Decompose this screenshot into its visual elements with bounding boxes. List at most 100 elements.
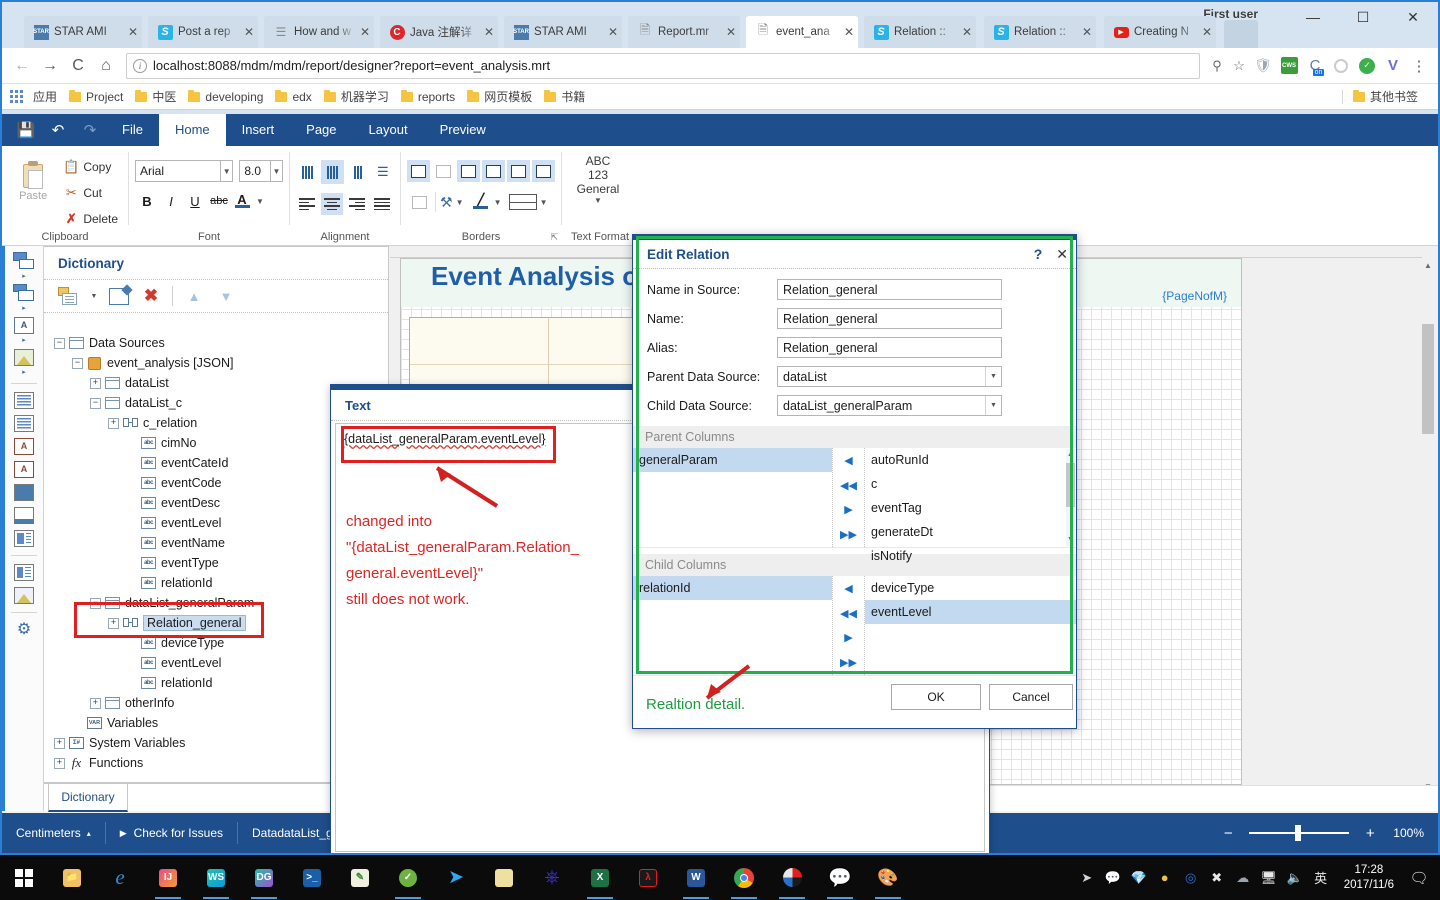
list-item[interactable]: generateDt bbox=[865, 520, 1076, 544]
tool-header-band[interactable] bbox=[7, 412, 41, 434]
name-in-source-input[interactable]: Relation_general bbox=[777, 279, 1002, 300]
units-selector[interactable]: Centimeters ▴ bbox=[2, 820, 105, 846]
close-button[interactable]: ✕ bbox=[1388, 2, 1438, 32]
security-tray-icon[interactable]: ✖ bbox=[1204, 855, 1230, 900]
tree-expander[interactable]: + bbox=[54, 757, 65, 769]
chrome-web-store-icon[interactable]: CWS bbox=[1276, 53, 1302, 79]
tree-expander[interactable]: + bbox=[90, 377, 101, 389]
file-explorer-icon[interactable]: 📁 bbox=[48, 855, 96, 900]
page-number-field[interactable]: {PageNofM} bbox=[1162, 289, 1227, 303]
list-item[interactable]: generalParam bbox=[633, 448, 832, 472]
browser-tab-report-mrt[interactable]: 🗎 Report.mr ✕ bbox=[628, 16, 740, 48]
chevron-down-icon[interactable]: ▼ bbox=[452, 191, 467, 213]
zoom-slider[interactable] bbox=[1249, 825, 1350, 841]
tool-options[interactable]: ⚙ bbox=[7, 618, 41, 640]
internet-explorer-icon[interactable]: e bbox=[96, 855, 144, 900]
tool-data-band[interactable] bbox=[7, 389, 41, 411]
new-item-icon[interactable] bbox=[56, 284, 82, 308]
forward-icon[interactable]: → bbox=[36, 52, 64, 80]
child-selected-list[interactable]: relationId bbox=[633, 576, 833, 675]
tree-expander[interactable]: − bbox=[54, 337, 65, 349]
opera-tray-icon[interactable]: ◎ bbox=[1178, 855, 1204, 900]
slider-knob[interactable] bbox=[1295, 825, 1302, 841]
caret-icon[interactable]: ▸ bbox=[22, 336, 26, 345]
evernote-tray-icon[interactable]: 💎 bbox=[1126, 855, 1152, 900]
scroll-up-icon[interactable]: ▲ bbox=[1422, 260, 1434, 272]
maximize-button[interactable]: ☐ bbox=[1338, 2, 1388, 32]
action-center-icon[interactable]: 🗨 bbox=[1404, 855, 1434, 900]
chevron-down-icon[interactable]: ▼ bbox=[253, 190, 267, 212]
chevron-down-icon[interactable]: ▼ bbox=[490, 191, 505, 213]
proxy-on-icon[interactable]: Con bbox=[1302, 53, 1328, 79]
border-none-button[interactable] bbox=[432, 160, 455, 182]
move-left-icon[interactable]: ◀ bbox=[844, 454, 852, 467]
site-info-icon[interactable]: i bbox=[133, 58, 147, 73]
volume-tray-icon[interactable]: 🔈 bbox=[1282, 855, 1308, 900]
bookmark-star-icon[interactable]: ☆ bbox=[1228, 58, 1250, 74]
tab-layout[interactable]: Layout bbox=[353, 114, 424, 146]
close-icon[interactable]: ✕ bbox=[1056, 246, 1068, 263]
list-item[interactable]: eventLevel bbox=[865, 600, 1076, 624]
save-icon[interactable]: 💾 bbox=[10, 114, 42, 146]
bookmark-developing[interactable]: developing bbox=[188, 89, 263, 104]
list-item[interactable]: eventTag bbox=[865, 496, 1076, 520]
tab-preview[interactable]: Preview bbox=[424, 114, 502, 146]
tab-close-icon[interactable]: ✕ bbox=[1198, 25, 1216, 39]
bookmark-apps[interactable]: 应用 bbox=[33, 88, 57, 105]
tree-node[interactable]: − event_analysis [JSON] bbox=[44, 353, 388, 373]
tool-chart[interactable] bbox=[7, 584, 41, 606]
bold-button[interactable]: B bbox=[135, 190, 159, 212]
border-clear-button[interactable] bbox=[407, 191, 431, 213]
relation-ok-button[interactable]: OK bbox=[891, 684, 981, 710]
move-all-right-icon[interactable]: ▶▶ bbox=[840, 656, 857, 669]
tab-page[interactable]: Page bbox=[290, 114, 352, 146]
tree-expander[interactable]: + bbox=[90, 697, 101, 709]
home-icon[interactable]: ⌂ bbox=[92, 52, 120, 80]
clock[interactable]: 17:28 2017/11/6 bbox=[1334, 863, 1404, 893]
copy-button[interactable]: 📋 Copy bbox=[58, 156, 122, 178]
new-tab-button[interactable] bbox=[1224, 20, 1258, 48]
bookmark-zhongyi[interactable]: 中医 bbox=[135, 88, 176, 105]
relation-cancel-button[interactable]: Cancel bbox=[989, 684, 1073, 710]
bookmark-books[interactable]: 书籍 bbox=[544, 88, 585, 105]
cloud-tray-icon[interactable]: ☁ bbox=[1230, 855, 1256, 900]
caret-icon[interactable]: ▸ bbox=[22, 368, 26, 377]
parent-selected-list[interactable]: generalParam bbox=[633, 448, 833, 547]
move-left-icon[interactable]: ◀ bbox=[844, 582, 852, 595]
tool-page-footer[interactable] bbox=[7, 504, 41, 526]
telegram-icon[interactable]: ➤ bbox=[432, 855, 480, 900]
browser-tab-relation-2[interactable]: S Relation :: ✕ bbox=[984, 16, 1096, 48]
scrollbar-thumb[interactable] bbox=[1422, 324, 1434, 434]
edit-relation-dialog[interactable]: Edit Relation ? ✕ Name in Source: Relati… bbox=[632, 234, 1077, 729]
bookmark-project[interactable]: Project bbox=[69, 89, 123, 104]
border-color-button[interactable]: ╱ ▼ bbox=[471, 191, 505, 213]
bookmark-reports[interactable]: reports bbox=[400, 89, 455, 104]
check-for-issues-button[interactable]: ▶ Check for Issues bbox=[106, 820, 237, 846]
chevron-down-icon[interactable]: ▼ bbox=[221, 160, 234, 182]
windows-start-icon[interactable] bbox=[0, 855, 48, 900]
bookmark-edx[interactable]: edx bbox=[275, 89, 312, 104]
scroll-up-icon[interactable]: ▲ bbox=[1066, 449, 1075, 461]
word-icon[interactable]: W bbox=[672, 855, 720, 900]
fill-color-button[interactable]: ⚒ ▼ bbox=[440, 191, 467, 213]
chevron-down-icon[interactable]: ▼ bbox=[536, 191, 551, 213]
delete-item-icon[interactable]: ✖ bbox=[138, 284, 164, 308]
underline-button[interactable]: U bbox=[183, 190, 207, 212]
delete-button[interactable]: ✗ Delete bbox=[58, 208, 122, 230]
tree-expander[interactable]: + bbox=[54, 737, 65, 749]
tab-close-icon[interactable]: ✕ bbox=[240, 25, 258, 39]
tool-crossband[interactable]: ▸ bbox=[7, 282, 41, 313]
tree-expander[interactable]: + bbox=[108, 617, 119, 629]
bookmark-machine-learning[interactable]: 机器学习 bbox=[323, 88, 389, 105]
italic-button[interactable]: I bbox=[159, 190, 183, 212]
browser-tab-star-ami-2[interactable]: STAR STAR AMI ✕ bbox=[504, 16, 622, 48]
tool-table[interactable] bbox=[7, 561, 41, 583]
align-right-button[interactable] bbox=[346, 193, 368, 215]
dr-com-icon[interactable] bbox=[768, 855, 816, 900]
browser-tab-post-a-rep[interactable]: S Post a rep ✕ bbox=[148, 16, 258, 48]
chevron-down-icon[interactable]: ▼ bbox=[594, 196, 602, 205]
border-top-button[interactable] bbox=[482, 160, 505, 182]
chrome-icon[interactable] bbox=[720, 855, 768, 900]
tab-close-icon[interactable]: ✕ bbox=[958, 25, 976, 39]
zoom-out-button[interactable]: − bbox=[1217, 825, 1239, 842]
